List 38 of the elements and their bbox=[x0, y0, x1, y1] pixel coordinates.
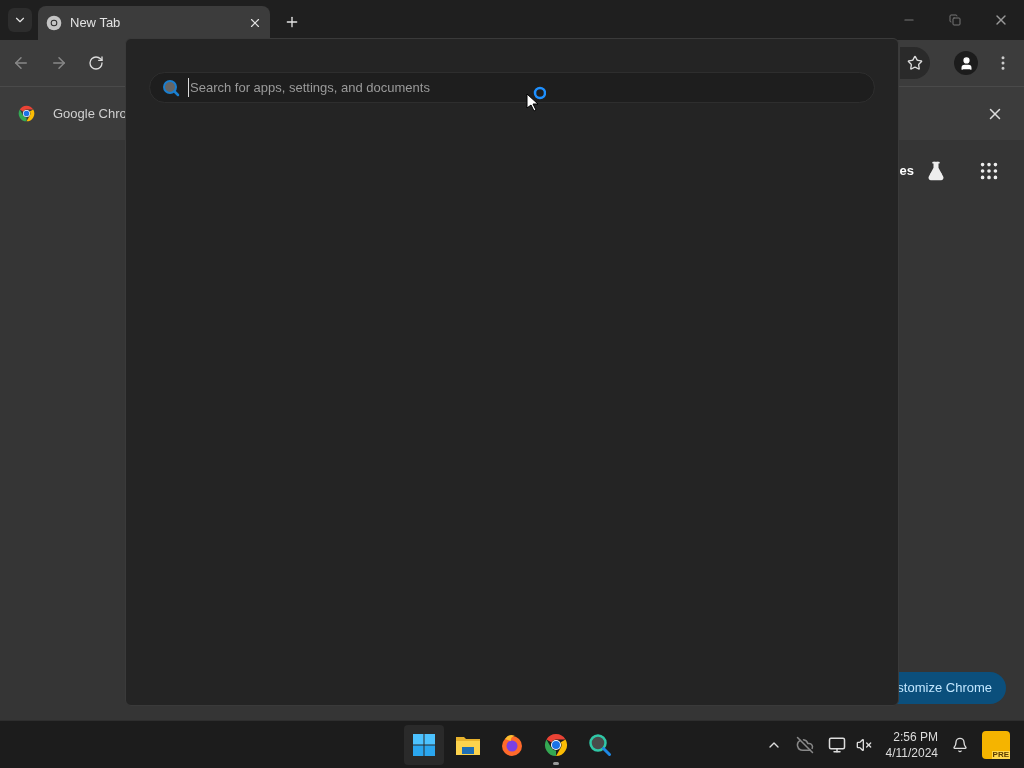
close-icon[interactable] bbox=[248, 16, 262, 30]
windows-logo-icon bbox=[412, 733, 436, 757]
star-icon bbox=[907, 55, 923, 71]
reload-icon[interactable] bbox=[88, 55, 104, 71]
search-app-icon bbox=[588, 733, 612, 757]
forward-icon[interactable] bbox=[50, 54, 68, 72]
browser-tab[interactable]: New Tab bbox=[38, 6, 270, 40]
flask-icon[interactable] bbox=[926, 161, 946, 181]
tray-app[interactable]: PRE bbox=[982, 730, 1010, 759]
clock-date: 4/11/2024 bbox=[885, 744, 938, 761]
tab-title: New Tab bbox=[70, 14, 122, 33]
chrome-icon bbox=[46, 15, 62, 31]
speaker-muted-icon[interactable] bbox=[855, 736, 872, 753]
back-icon[interactable] bbox=[12, 54, 30, 72]
bookmark-button[interactable] bbox=[900, 47, 930, 79]
shortcut-link[interactable]: es bbox=[899, 161, 914, 181]
person-icon bbox=[958, 55, 974, 71]
search-field[interactable]: Search for apps, settings, and documents bbox=[149, 72, 875, 103]
folder-icon bbox=[455, 734, 481, 756]
restore-icon bbox=[949, 14, 961, 26]
tray-badge: PRE bbox=[991, 750, 1010, 759]
network-icon[interactable] bbox=[827, 735, 846, 754]
search-icon bbox=[162, 78, 180, 97]
search-input[interactable]: Search for apps, settings, and documents bbox=[188, 77, 862, 98]
plus-icon bbox=[284, 14, 300, 30]
chrome-icon bbox=[544, 733, 568, 757]
clock-time: 2:56 PM bbox=[893, 728, 938, 745]
customize-chrome-button[interactable]: stomize Chrome bbox=[897, 672, 1006, 704]
chrome-icon bbox=[18, 105, 35, 122]
apps-grid-icon[interactable] bbox=[978, 160, 1000, 182]
cloud-off-icon[interactable] bbox=[795, 735, 814, 754]
running-indicator bbox=[553, 762, 559, 765]
clock[interactable]: 2:56 PM 4/11/2024 bbox=[885, 728, 938, 761]
firefox-icon bbox=[500, 733, 524, 757]
tab-search-button[interactable] bbox=[8, 8, 32, 32]
bell-icon[interactable] bbox=[952, 736, 968, 753]
taskbar-app[interactable] bbox=[404, 725, 444, 765]
profile-button[interactable] bbox=[954, 51, 978, 75]
